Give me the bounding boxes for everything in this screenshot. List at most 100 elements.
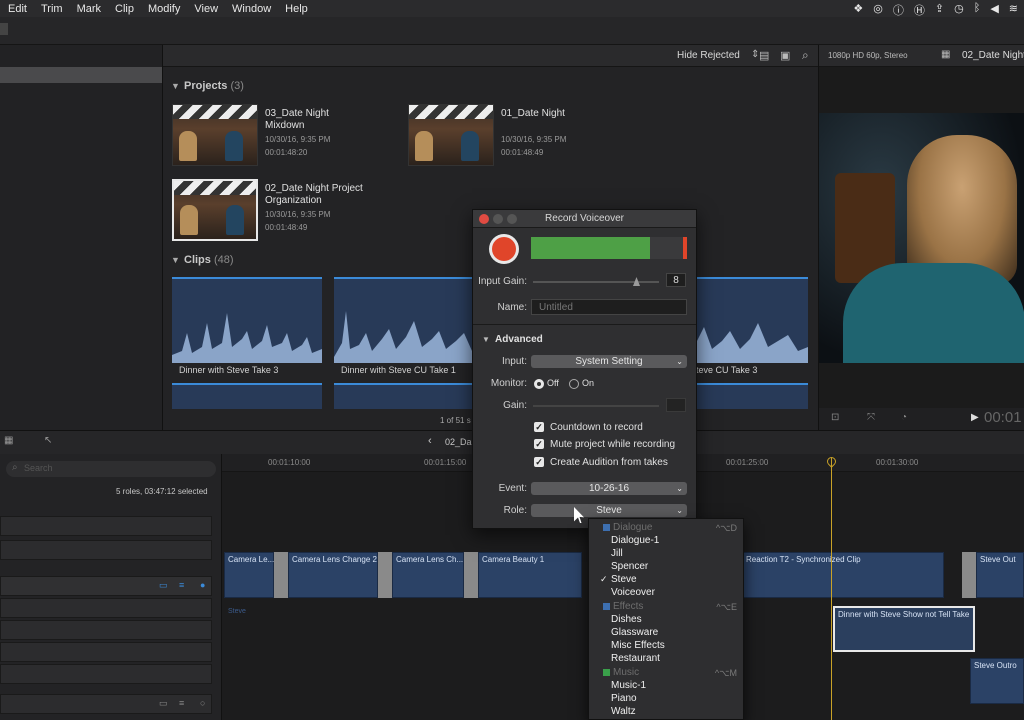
role-item[interactable]: Spencer: [611, 561, 648, 572]
hide-rejected-filter[interactable]: Hide Rejected: [677, 50, 740, 61]
sound-icon[interactable]: ◀: [990, 2, 998, 18]
disclosure-triangle-icon[interactable]: ▼: [171, 81, 180, 91]
menu-modify[interactable]: Modify: [148, 3, 180, 15]
clip-filmstrip[interactable]: [172, 383, 322, 409]
bluetooth-icon[interactable]: ᛒ: [974, 2, 981, 18]
time-machine-icon[interactable]: ◷: [954, 2, 964, 18]
timeline-clip[interactable]: Camera Le...: [224, 552, 274, 598]
crop-icon[interactable]: ⊡: [831, 412, 839, 423]
input-gain-slider[interactable]: [533, 277, 659, 286]
clip-filmstrip[interactable]: [334, 383, 484, 409]
role-row[interactable]: [0, 540, 212, 560]
create-audition-checkbox[interactable]: ✓: [534, 457, 544, 467]
disclosure-triangle-icon[interactable]: ▼: [482, 335, 490, 344]
lane-icon[interactable]: ▭: [159, 698, 168, 709]
name-field[interactable]: Untitled: [531, 299, 687, 315]
menu-edit[interactable]: Edit: [8, 3, 27, 15]
minimize-button[interactable]: [493, 214, 503, 224]
input-popup[interactable]: System Setting ⌄: [531, 355, 687, 368]
record-button[interactable]: [489, 234, 519, 264]
role-item[interactable]: Dialogue-1: [611, 535, 659, 546]
transform-icon[interactable]: ⤧: [867, 412, 875, 423]
audio-clip[interactable]: Steve Outro: [970, 658, 1024, 704]
timecode-display[interactable]: 00:01: [984, 409, 1022, 426]
info-icon[interactable]: ⓘ: [893, 2, 904, 18]
audio-clip-selected[interactable]: Dinner with Steve Show not Tell Take: [833, 606, 975, 652]
back-icon[interactable]: ‹: [428, 435, 432, 447]
role-row[interactable]: [0, 642, 212, 662]
role-item[interactable]: Dishes: [611, 614, 642, 625]
h-icon[interactable]: Ⓗ: [914, 2, 925, 18]
role-popup[interactable]: Steve ⌄: [531, 504, 687, 517]
cc-icon[interactable]: ◎: [873, 2, 883, 18]
lane-icon[interactable]: ▭: [159, 580, 168, 591]
role-row[interactable]: [0, 598, 212, 618]
role-toggle-icon[interactable]: ○: [200, 698, 205, 708]
filmstrip-icon[interactable]: ▣: [780, 49, 790, 62]
toolbar-button[interactable]: [0, 23, 8, 35]
index-icon[interactable]: ▦: [4, 435, 13, 446]
zoom-button[interactable]: [507, 214, 517, 224]
menu-window[interactable]: Window: [232, 3, 271, 15]
project-name[interactable]: 02_Date Night Project Organization: [265, 183, 365, 207]
monitor-off-radio[interactable]: [534, 379, 544, 389]
lane-icon[interactable]: ≡: [179, 580, 184, 590]
monitor-gain-value[interactable]: [666, 398, 686, 412]
project-thumbnail[interactable]: [408, 104, 494, 166]
menu-help[interactable]: Help: [285, 3, 308, 15]
timeline-clip[interactable]: Steve Out: [976, 552, 1024, 598]
search-field[interactable]: ⌕ Search: [6, 461, 216, 477]
menu-clip[interactable]: Clip: [115, 3, 134, 15]
role-item[interactable]: Misc Effects: [611, 640, 665, 651]
monitor-gain-slider[interactable]: [533, 405, 659, 407]
timeline-clip[interactable]: Camera Lens Change 2: [288, 552, 378, 598]
role-item[interactable]: Glassware: [611, 627, 658, 638]
role-row[interactable]: ▭ ≡ ●: [0, 576, 212, 596]
lane-icon[interactable]: ≡: [179, 698, 184, 708]
project-thumbnail-selected[interactable]: [172, 179, 258, 241]
role-item[interactable]: Jill: [611, 548, 623, 559]
timeline-clip[interactable]: Camera Beauty 1: [478, 552, 582, 598]
arrow-tool-icon[interactable]: ↖: [44, 435, 52, 446]
timeline-clip[interactable]: Camera Lens Ch...: [392, 552, 464, 598]
selected-library-row[interactable]: [0, 67, 162, 83]
mute-project-checkbox[interactable]: ✓: [534, 439, 544, 449]
clip-filmstrip[interactable]: [334, 277, 484, 363]
close-button[interactable]: [479, 214, 489, 224]
timeline-clip[interactable]: Reaction T2 - Synchronized Clip: [742, 552, 944, 598]
role-item-selected[interactable]: Steve: [611, 574, 637, 585]
project-thumbnail[interactable]: [172, 104, 258, 166]
slider-knob[interactable]: [633, 277, 640, 286]
event-popup[interactable]: 10-26-16 ⌄: [531, 482, 687, 495]
role-row[interactable]: [0, 516, 212, 536]
role-toggle-icon[interactable]: ●: [200, 580, 205, 590]
menu-view[interactable]: View: [194, 3, 218, 15]
play-icon[interactable]: ▶: [971, 412, 979, 423]
project-name[interactable]: 01_Date Night: [501, 108, 601, 120]
clip-filmstrip[interactable]: [172, 277, 322, 363]
transition[interactable]: [274, 552, 288, 598]
role-item[interactable]: Waltz: [611, 706, 636, 717]
wifi-icon[interactable]: ≋: [1009, 2, 1018, 18]
transition[interactable]: [962, 552, 976, 598]
playhead[interactable]: [831, 458, 832, 720]
dropbox-icon[interactable]: ❖: [853, 2, 863, 18]
video-frame[interactable]: [819, 113, 1024, 363]
role-item[interactable]: Music-1: [611, 680, 646, 691]
transition[interactable]: [464, 552, 478, 598]
project-name[interactable]: 03_Date Night Mixdown: [265, 108, 355, 132]
clip-appearance-icon[interactable]: ▤: [759, 49, 769, 62]
disclosure-triangle-icon[interactable]: ▼: [171, 255, 180, 265]
role-row[interactable]: [0, 620, 212, 640]
role-row[interactable]: ▭ ≡ ○: [0, 694, 212, 714]
transition[interactable]: [378, 552, 392, 598]
search-icon[interactable]: ⌕: [802, 48, 809, 63]
role-item[interactable]: Voiceover: [611, 587, 655, 598]
upload-icon[interactable]: ⇪: [935, 2, 944, 18]
menu-trim[interactable]: Trim: [41, 3, 63, 15]
countdown-checkbox[interactable]: ✓: [534, 422, 544, 432]
role-item[interactable]: Piano: [611, 693, 637, 704]
menu-mark[interactable]: Mark: [77, 3, 101, 15]
input-gain-value[interactable]: 8: [666, 273, 686, 287]
role-item[interactable]: Restaurant: [611, 653, 660, 664]
